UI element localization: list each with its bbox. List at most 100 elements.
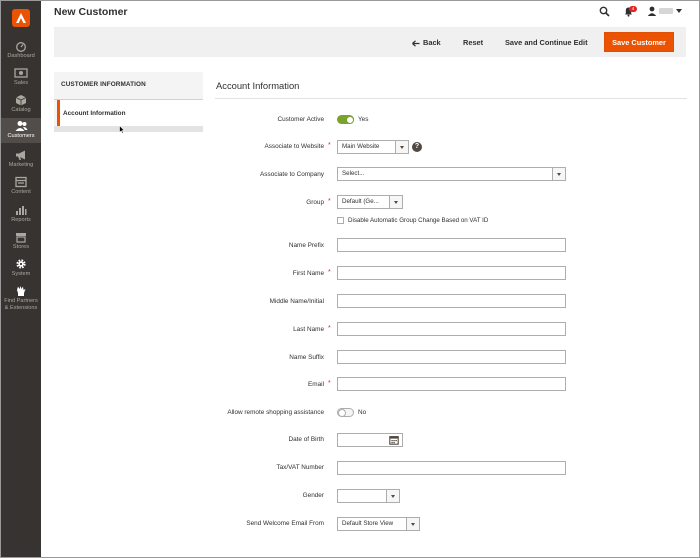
sidebar-item-label: Dashboard xyxy=(7,53,35,59)
megaphone-icon xyxy=(16,150,25,160)
sidebar-item-reports[interactable]: Reports xyxy=(1,204,41,226)
last-name-input[interactable] xyxy=(337,322,566,336)
customers-icon xyxy=(15,121,27,131)
first-name-input[interactable] xyxy=(337,266,566,280)
reset-button[interactable]: Reset xyxy=(463,37,483,49)
calendar-icon[interactable] xyxy=(389,435,399,445)
customer-active-toggle[interactable] xyxy=(337,115,354,124)
bar-chart-icon xyxy=(16,206,27,215)
notification-badge: 4 xyxy=(629,6,637,12)
sidebar-item-stores[interactable]: Stores xyxy=(1,231,41,253)
taxvat-input[interactable] xyxy=(337,461,566,475)
last-name-label: Last Name xyxy=(293,326,324,333)
middle-name-label: Middle Name/Initial xyxy=(269,298,324,305)
sidebar-item-label: Reports xyxy=(11,217,31,223)
associate-website-label: Associate to Website xyxy=(264,143,324,150)
box-icon xyxy=(15,95,27,106)
tabs-panel-footer xyxy=(54,126,203,132)
sidebar-item-label: Sales xyxy=(14,80,28,86)
disable-group-change-label: Disable Automatic Group Change Based on … xyxy=(348,217,489,224)
save-customer-button[interactable]: Save Customer xyxy=(604,32,674,52)
page-actions-bar xyxy=(54,27,686,57)
chevron-down-icon xyxy=(552,168,565,180)
sidebar-item-label-2: & Extensions xyxy=(4,305,38,311)
required-marker: * xyxy=(328,198,331,205)
gender-label: Gender xyxy=(302,492,324,499)
dashboard-icon xyxy=(16,42,26,52)
welcome-email-select[interactable]: Default Store View xyxy=(337,517,420,531)
content-icon xyxy=(15,176,27,188)
required-marker: * xyxy=(328,325,331,332)
select-value: Default Store View xyxy=(342,520,394,527)
chevron-down-icon xyxy=(406,518,419,530)
associate-company-select[interactable]: Select... xyxy=(337,167,566,181)
user-name-box[interactable] xyxy=(659,8,673,14)
dollar-icon xyxy=(14,68,28,78)
section-title: Account Information xyxy=(216,80,300,91)
select-value: Default (Ge... xyxy=(342,198,379,205)
gear-icon xyxy=(16,259,26,269)
sidebar-item-content[interactable]: Content xyxy=(1,176,41,198)
sidebar-item-dashboard[interactable]: Dashboard xyxy=(1,40,41,62)
puzzle-icon xyxy=(17,286,26,296)
name-suffix-label: Name Suffix xyxy=(289,354,324,361)
sidebar-item-label: Marketing xyxy=(8,162,34,168)
sidebar-item-catalog[interactable]: Catalog xyxy=(1,94,41,116)
required-marker: * xyxy=(328,269,331,276)
group-select[interactable]: Default (Ge... xyxy=(337,195,403,209)
sidebar-item-label: Content xyxy=(11,189,31,195)
associate-website-select[interactable]: Main Website xyxy=(337,140,409,154)
sidebar-item-system[interactable]: System xyxy=(1,258,41,280)
sidebar-item-sales[interactable]: Sales xyxy=(1,67,41,89)
back-button[interactable]: Back xyxy=(412,37,441,49)
sidebar-item-label: Catalog xyxy=(11,107,31,113)
store-icon xyxy=(16,233,26,243)
customer-active-label: Customer Active xyxy=(277,116,324,123)
group-label: Group xyxy=(306,199,324,206)
admin-sidebar: Dashboard Sales Catalog Customers Market… xyxy=(1,1,41,557)
help-icon[interactable]: ? xyxy=(412,142,422,152)
name-prefix-label: Name Prefix xyxy=(288,242,324,249)
arrow-left-icon xyxy=(412,39,420,47)
remote-assistance-value: No xyxy=(358,409,367,416)
remote-assistance-label: Allow remote shopping assistance xyxy=(227,409,324,416)
dob-label: Date of Birth xyxy=(288,436,324,443)
associate-company-label: Associate to Company xyxy=(260,171,324,178)
email-label: Email xyxy=(308,381,324,388)
email-input[interactable] xyxy=(337,377,566,391)
save-and-continue-button[interactable]: Save and Continue Edit xyxy=(505,37,588,49)
page-title: New Customer xyxy=(54,6,128,18)
gender-select[interactable] xyxy=(337,489,400,503)
required-marker: * xyxy=(328,142,331,149)
sidebar-item-label: System xyxy=(11,271,31,277)
sidebar-item-label: Customers xyxy=(7,133,35,139)
sidebar-item-label: Stores xyxy=(12,244,30,250)
sidebar-item-customers[interactable]: Customers xyxy=(1,118,41,143)
chevron-down-icon[interactable] xyxy=(676,9,682,13)
remote-assistance-toggle[interactable] xyxy=(337,408,354,417)
sidebar-item-marketing[interactable]: Marketing xyxy=(1,149,41,171)
select-value: Main Website xyxy=(342,143,380,150)
mouse-cursor-icon xyxy=(119,125,125,134)
tab-label: Account Information xyxy=(63,110,126,117)
taxvat-label: Tax/VAT Number xyxy=(276,464,324,471)
back-label: Back xyxy=(423,38,441,47)
tabs-title: CUSTOMER INFORMATION xyxy=(61,81,146,88)
customer-active-value: Yes xyxy=(358,116,369,123)
name-suffix-input[interactable] xyxy=(337,350,566,364)
name-prefix-input[interactable] xyxy=(337,238,566,252)
search-icon[interactable] xyxy=(599,6,610,17)
section-divider xyxy=(215,98,687,99)
user-icon[interactable] xyxy=(647,6,657,16)
disable-group-change-checkbox[interactable] xyxy=(337,217,344,224)
select-value: Select... xyxy=(342,170,365,177)
chevron-down-icon xyxy=(389,196,402,208)
middle-name-input[interactable] xyxy=(337,294,566,308)
first-name-label: First Name xyxy=(292,270,324,277)
welcome-email-label: Send Welcome Email From xyxy=(246,520,324,527)
adobe-logo[interactable] xyxy=(12,9,30,27)
required-marker: * xyxy=(328,380,331,387)
sidebar-item-partners[interactable]: Find Partners & Extensions xyxy=(1,285,41,315)
toggle-knob xyxy=(345,115,354,124)
chevron-down-icon xyxy=(386,490,399,502)
